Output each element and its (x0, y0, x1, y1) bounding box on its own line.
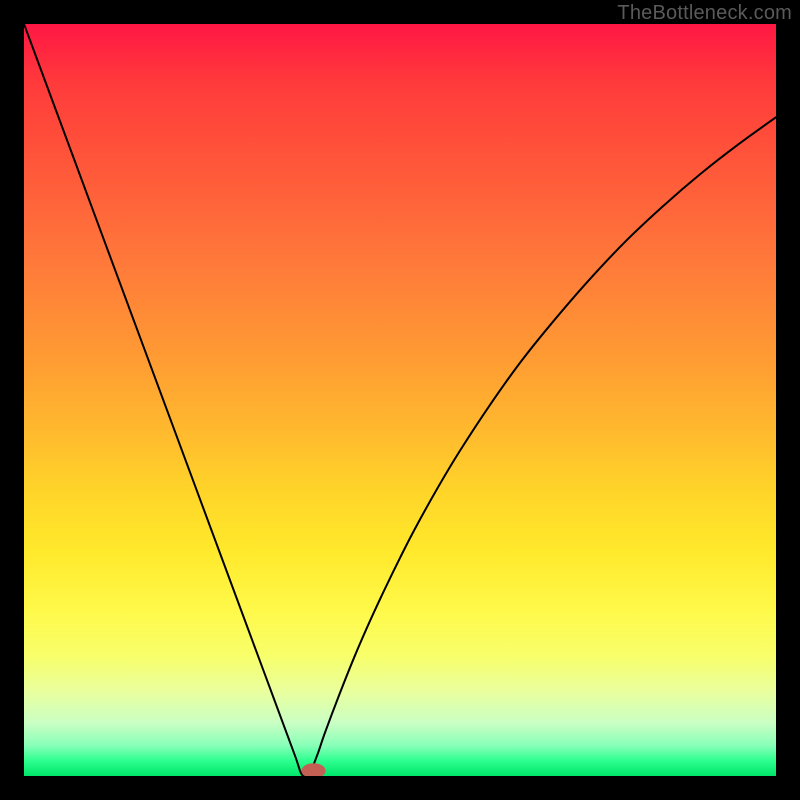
watermark-text: TheBottleneck.com (617, 2, 792, 25)
plot-area (24, 24, 776, 776)
marker-layer (24, 24, 776, 776)
chart-frame: TheBottleneck.com (0, 0, 800, 800)
minimum-marker (301, 763, 325, 776)
